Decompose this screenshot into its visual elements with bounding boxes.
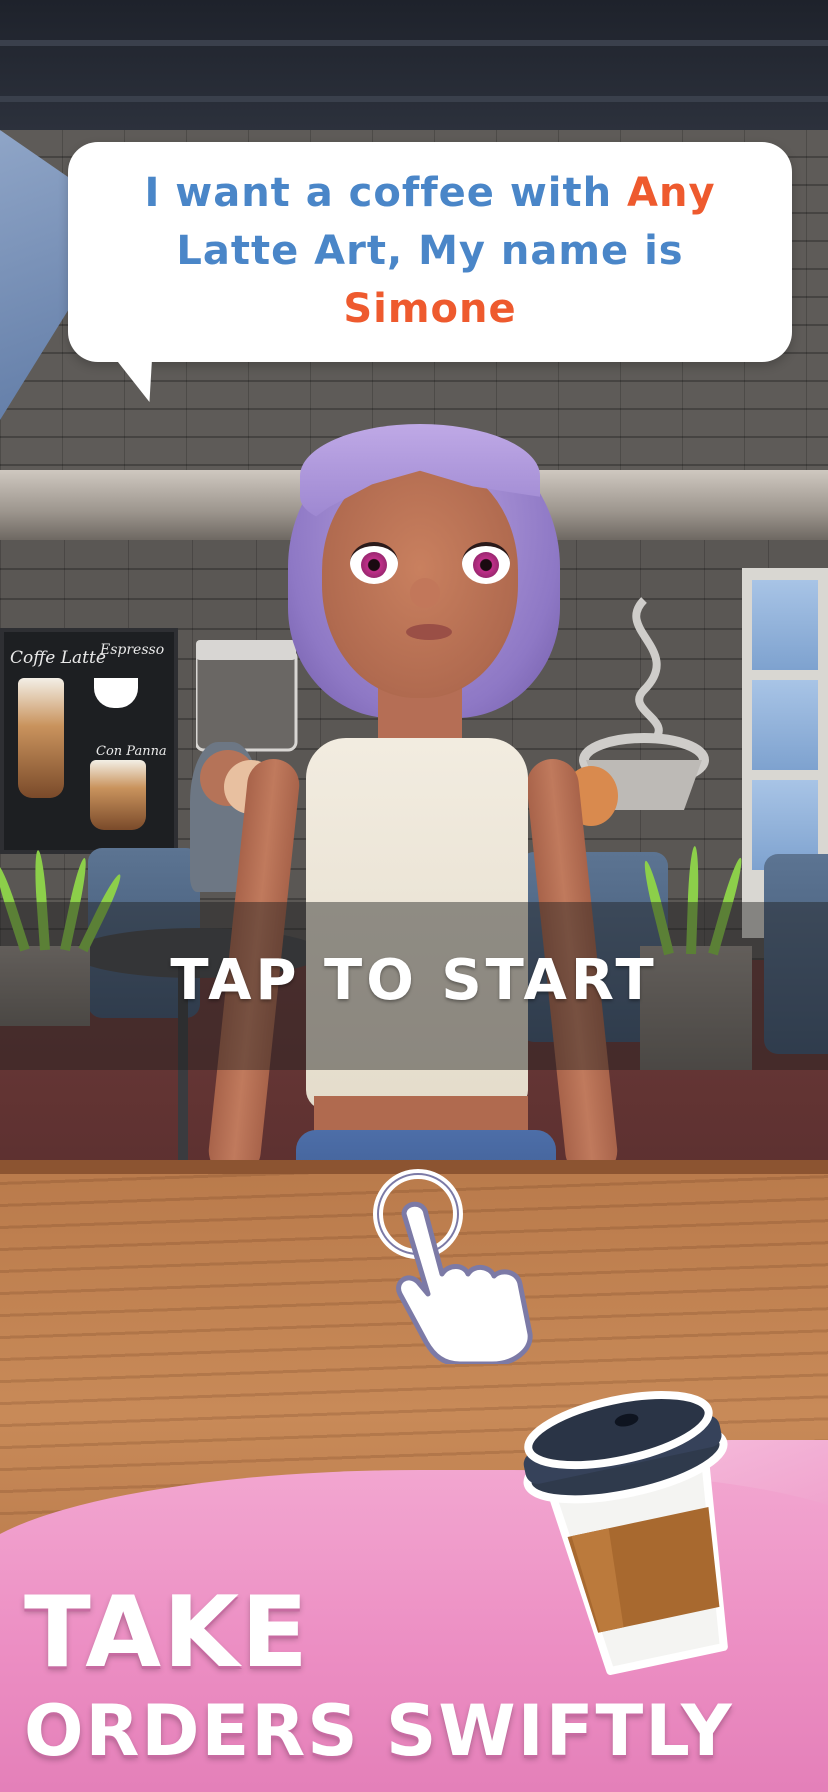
latte-glass-icon — [18, 678, 64, 798]
order-customer-name: Simone — [343, 286, 517, 332]
headline-line2: ORDERS SWIFTLY — [24, 1690, 734, 1772]
order-text: I want a coffee with Any Latte Art, My n… — [88, 164, 772, 338]
chalkboard-label: Coffe Latte — [10, 648, 106, 668]
ceiling-beam — [0, 40, 828, 46]
chalkboard-label: Con Panna — [96, 744, 167, 759]
espresso-cup-icon — [94, 678, 138, 708]
character-eye-left — [350, 542, 398, 584]
order-latte-art-highlight: Any — [627, 170, 716, 216]
menu-chalkboard: Coffe Latte Espresso Con Panna — [0, 628, 178, 854]
ceiling-beam — [0, 96, 828, 102]
character-eye-right — [462, 542, 510, 584]
headline-line1: TAKE — [24, 1576, 310, 1690]
order-text-part: Latte Art, My name is — [176, 228, 684, 274]
speech-bubble: I want a coffee with Any Latte Art, My n… — [68, 142, 792, 362]
character-mouth — [406, 624, 452, 640]
ceiling — [0, 0, 828, 130]
con-panna-glass-icon — [90, 760, 146, 830]
chalkboard-label: Espresso — [100, 642, 165, 658]
tap-to-start-label[interactable]: TAP TO START — [0, 948, 828, 1013]
tap-hand-icon — [373, 1169, 533, 1364]
order-text-part: I want a coffee with — [144, 170, 628, 216]
character-nose — [410, 578, 440, 608]
